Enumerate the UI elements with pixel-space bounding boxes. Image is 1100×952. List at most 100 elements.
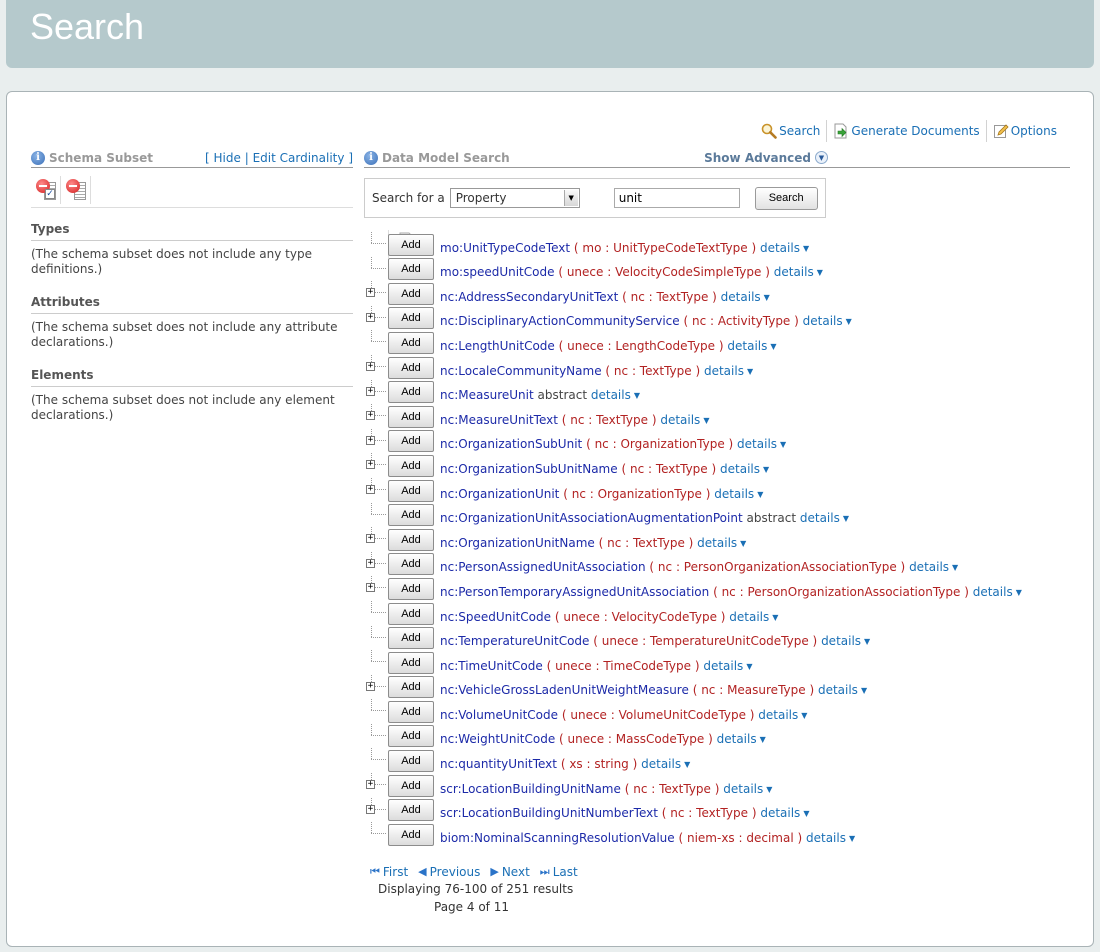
expand-icon[interactable]: +: [366, 387, 375, 396]
search-button[interactable]: Search: [755, 187, 818, 210]
property-name-link[interactable]: nc:LocaleCommunityName: [440, 364, 602, 378]
property-name-link[interactable]: nc:OrganizationUnit: [440, 487, 559, 501]
property-name-link[interactable]: nc:AddressSecondaryUnitText: [440, 290, 618, 304]
property-name-link[interactable]: nc:OrganizationUnitAssociationAugmentati…: [440, 511, 743, 525]
details-link[interactable]: details▼: [803, 314, 852, 328]
property-name-link[interactable]: nc:OrganizationSubUnit: [440, 437, 582, 451]
add-button[interactable]: Add: [388, 750, 434, 772]
last-page-link[interactable]: ⏭ Last: [540, 865, 578, 879]
add-button[interactable]: Add: [388, 234, 434, 256]
add-button[interactable]: Add: [388, 430, 434, 452]
property-name-link[interactable]: nc:PersonAssignedUnitAssociation: [440, 560, 646, 574]
details-link[interactable]: details▼: [721, 290, 770, 304]
property-name-link[interactable]: nc:OrganizationUnitName: [440, 536, 595, 550]
edit-cardinality-link[interactable]: Edit Cardinality: [253, 151, 345, 165]
first-page-link[interactable]: ⏮ First: [370, 865, 408, 879]
property-name-link[interactable]: mo:UnitTypeCodeText: [440, 241, 570, 255]
remove-selected-button[interactable]: ✓: [31, 176, 61, 204]
property-name-link[interactable]: nc:PersonTemporaryAssignedUnitAssociatio…: [440, 585, 709, 599]
expand-icon[interactable]: +: [366, 460, 375, 469]
add-button[interactable]: Add: [388, 504, 434, 526]
add-button[interactable]: Add: [388, 381, 434, 403]
add-button[interactable]: Add: [388, 701, 434, 723]
details-link[interactable]: details▼: [973, 585, 1022, 599]
details-link[interactable]: details▼: [697, 536, 746, 550]
details-link[interactable]: details▼: [717, 732, 766, 746]
add-button[interactable]: Add: [388, 553, 434, 575]
add-button[interactable]: Add: [388, 725, 434, 747]
property-name-link[interactable]: scr:LocationBuildingUnitName: [440, 782, 621, 796]
add-button[interactable]: Add: [388, 824, 434, 846]
remove-all-button[interactable]: [61, 176, 91, 204]
property-name-link[interactable]: mo:speedUnitCode: [440, 265, 554, 279]
details-link[interactable]: details▼: [641, 757, 690, 771]
add-button[interactable]: Add: [388, 406, 434, 428]
details-link[interactable]: details▼: [800, 511, 849, 525]
details-link[interactable]: details▼: [720, 462, 769, 476]
property-name-link[interactable]: nc:TemperatureUnitCode: [440, 634, 589, 648]
details-link[interactable]: details▼: [723, 782, 772, 796]
add-button[interactable]: Add: [388, 676, 434, 698]
expand-icon[interactable]: +: [366, 313, 375, 322]
details-link[interactable]: details▼: [760, 806, 809, 820]
property-name-link[interactable]: nc:VolumeUnitCode: [440, 708, 558, 722]
search-link[interactable]: Search: [755, 120, 826, 142]
add-button[interactable]: Add: [388, 578, 434, 600]
add-button[interactable]: Add: [388, 283, 434, 305]
details-link[interactable]: details▼: [660, 413, 709, 427]
next-page-link[interactable]: ▶ Next: [490, 865, 529, 879]
show-advanced-toggle[interactable]: Show Advanced ▼: [704, 151, 828, 165]
details-link[interactable]: details▼: [727, 339, 776, 353]
info-icon[interactable]: i: [31, 151, 45, 165]
component-kind-select[interactable]: Property ▼: [450, 188, 580, 208]
add-button[interactable]: Add: [388, 799, 434, 821]
expand-icon[interactable]: +: [366, 288, 375, 297]
property-name-link[interactable]: nc:WeightUnitCode: [440, 732, 555, 746]
details-link[interactable]: details▼: [714, 487, 763, 501]
expand-icon[interactable]: +: [366, 362, 375, 371]
add-button[interactable]: Add: [388, 332, 434, 354]
add-button[interactable]: Add: [388, 258, 434, 280]
property-name-link[interactable]: nc:OrganizationSubUnitName: [440, 462, 618, 476]
details-link[interactable]: details▼: [591, 388, 640, 402]
hide-link[interactable]: Hide: [214, 151, 241, 165]
details-link[interactable]: details▼: [774, 265, 823, 279]
previous-page-link[interactable]: ◀ Previous: [418, 865, 480, 879]
property-name-link[interactable]: nc:LengthUnitCode: [440, 339, 555, 353]
expand-icon[interactable]: +: [366, 436, 375, 445]
add-button[interactable]: Add: [388, 529, 434, 551]
info-icon[interactable]: i: [364, 151, 378, 165]
property-name-link[interactable]: nc:quantityUnitText: [440, 757, 557, 771]
details-link[interactable]: details▼: [760, 241, 809, 255]
add-button[interactable]: Add: [388, 775, 434, 797]
add-button[interactable]: Add: [388, 652, 434, 674]
property-name-link[interactable]: scr:LocationBuildingUnitNumberText: [440, 806, 658, 820]
add-button[interactable]: Add: [388, 603, 434, 625]
property-name-link[interactable]: nc:VehicleGrossLadenUnitWeightMeasure: [440, 683, 689, 697]
expand-icon[interactable]: +: [366, 559, 375, 568]
property-name-link[interactable]: nc:DisciplinaryActionCommunityService: [440, 314, 680, 328]
property-name-link[interactable]: nc:SpeedUnitCode: [440, 610, 551, 624]
details-link[interactable]: details▼: [737, 437, 786, 451]
details-link[interactable]: details▼: [703, 659, 752, 673]
details-link[interactable]: details▼: [909, 560, 958, 574]
property-name-link[interactable]: nc:MeasureUnitText: [440, 413, 558, 427]
details-link[interactable]: details▼: [704, 364, 753, 378]
add-button[interactable]: Add: [388, 307, 434, 329]
generate-documents-link[interactable]: Generate Documents: [827, 120, 985, 142]
details-link[interactable]: details▼: [758, 708, 807, 722]
property-name-link[interactable]: nc:TimeUnitCode: [440, 659, 543, 673]
add-button[interactable]: Add: [388, 357, 434, 379]
add-button[interactable]: Add: [388, 480, 434, 502]
expand-icon[interactable]: +: [366, 805, 375, 814]
search-query-input[interactable]: [614, 188, 740, 208]
expand-icon[interactable]: +: [366, 583, 375, 592]
options-link[interactable]: Options: [987, 120, 1063, 142]
add-button[interactable]: Add: [388, 627, 434, 649]
expand-icon[interactable]: +: [366, 411, 375, 420]
property-name-link[interactable]: biom:NominalScanningResolutionValue: [440, 831, 675, 845]
expand-icon[interactable]: +: [366, 682, 375, 691]
property-name-link[interactable]: nc:MeasureUnit: [440, 388, 534, 402]
details-link[interactable]: details▼: [729, 610, 778, 624]
details-link[interactable]: details▼: [806, 831, 855, 845]
